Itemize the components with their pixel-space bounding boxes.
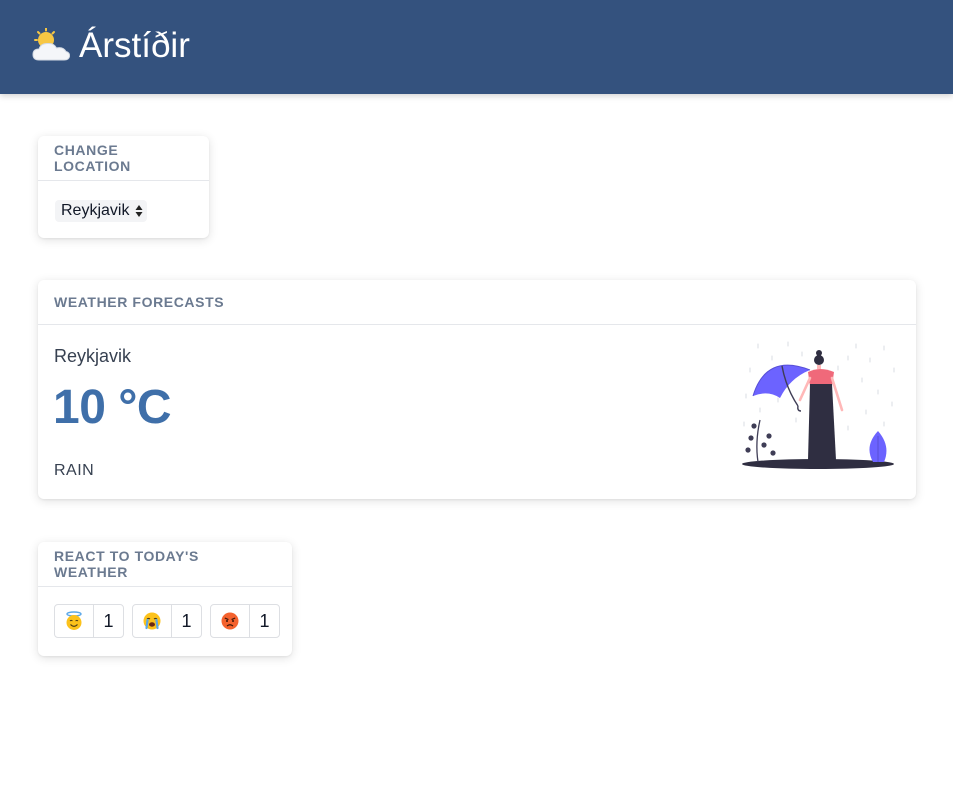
weather-forecast-card: WEATHER FORECASTS Reykjavik 10 °C RAIN <box>38 280 916 499</box>
reaction-count: 1 <box>259 610 270 631</box>
rain-illustration <box>742 341 895 469</box>
reaction-count: 1 <box>181 610 192 631</box>
smiling-face-with-halo-icon <box>66 611 82 630</box>
weather-forecast-heading: WEATHER FORECASTS <box>38 280 916 325</box>
react-to-weather-card: REACT TO TODAY'S WEATHER 1 1 1 <box>38 542 292 656</box>
location-select-value: Reykjavik <box>61 202 130 219</box>
change-location-card: CHANGE LOCATION Reykjavik <box>38 136 209 238</box>
sun-behind-cloud-icon <box>32 28 71 61</box>
brand[interactable]: Árstíðir <box>31 24 190 68</box>
reaction-buttons: 1 1 1 <box>54 604 280 638</box>
select-arrows-icon <box>135 205 143 217</box>
react-to-weather-heading: REACT TO TODAY'S WEATHER <box>38 542 292 587</box>
pouting-face-icon <box>221 612 239 630</box>
forecast-city: Reykjavik <box>54 346 132 366</box>
forecast-temperature: 10 °C <box>53 381 172 434</box>
reaction-button-crying[interactable]: 1 <box>132 604 202 638</box>
reaction-button-angry[interactable]: 1 <box>210 604 280 638</box>
top-bar: Árstíðir <box>0 0 953 94</box>
loudly-crying-face-icon <box>143 612 161 630</box>
reaction-button-halo[interactable]: 1 <box>54 604 124 638</box>
reaction-count: 1 <box>103 610 114 631</box>
forecast-condition: RAIN <box>54 462 95 479</box>
change-location-heading: CHANGE LOCATION <box>38 136 209 181</box>
app-title: Árstíðir <box>79 26 190 65</box>
location-select[interactable]: Reykjavik <box>55 200 148 222</box>
